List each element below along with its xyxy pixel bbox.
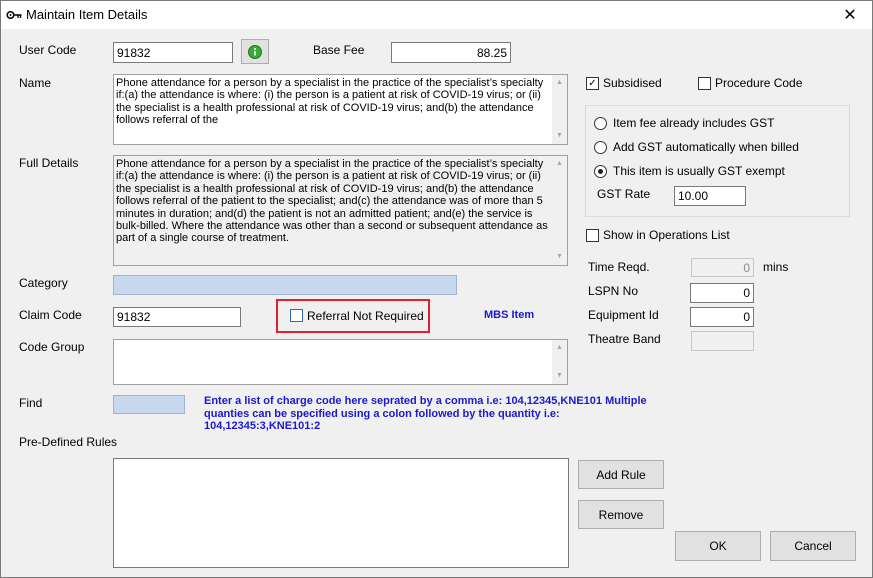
checkmark-icon: ✓ bbox=[588, 77, 597, 89]
gst-option-add-radio[interactable] bbox=[594, 141, 607, 154]
scroll-down-icon[interactable]: ▼ bbox=[552, 369, 567, 383]
remove-button[interactable]: Remove bbox=[578, 500, 664, 529]
scroll-down-icon[interactable]: ▼ bbox=[552, 129, 567, 143]
time-reqd-unit: mins bbox=[763, 260, 789, 274]
title-bar: Maintain Item Details ✕ bbox=[1, 1, 872, 29]
find-label: Find bbox=[19, 396, 43, 410]
gst-rate-input[interactable]: 10.00 bbox=[674, 186, 746, 206]
procedure-code-label[interactable]: Procedure Code bbox=[715, 76, 802, 90]
scroll-down-icon[interactable]: ▼ bbox=[552, 250, 567, 264]
lspn-no-label: LSPN No bbox=[588, 284, 639, 298]
lspn-no-input[interactable]: 0 bbox=[690, 283, 754, 303]
equipment-id-input[interactable]: 0 bbox=[690, 307, 754, 327]
gst-option-add-label[interactable]: Add GST automatically when billed bbox=[613, 140, 799, 154]
pre-defined-rules-label: Pre-Defined Rules bbox=[19, 435, 118, 449]
lspn-no-value: 0 bbox=[743, 286, 750, 300]
mbs-item-label: MBS Item bbox=[484, 309, 535, 321]
full-details-textarea[interactable]: Phone attendance for a person by a speci… bbox=[113, 155, 568, 266]
procedure-code-checkbox[interactable] bbox=[698, 77, 711, 90]
claim-code-label: Claim Code bbox=[19, 308, 82, 322]
equipment-id-value: 0 bbox=[743, 310, 750, 324]
scroll-up-icon[interactable]: ▲ bbox=[552, 76, 567, 90]
name-text: Phone attendance for a person by a speci… bbox=[116, 77, 544, 127]
find-input[interactable] bbox=[113, 395, 185, 414]
gst-option-exempt-radio[interactable] bbox=[594, 165, 607, 178]
gst-rate-label: GST Rate bbox=[597, 187, 651, 201]
scroll-up-icon[interactable]: ▲ bbox=[552, 157, 567, 171]
full-details-text: Phone attendance for a person by a speci… bbox=[116, 158, 548, 245]
time-reqd-value: 0 bbox=[743, 260, 750, 275]
code-group-scrollbar[interactable]: ▲ ▼ bbox=[552, 340, 567, 384]
name-label: Name bbox=[19, 76, 52, 90]
name-textarea[interactable]: Phone attendance for a person by a speci… bbox=[113, 74, 568, 145]
category-select[interactable] bbox=[113, 275, 457, 295]
subsidised-label[interactable]: Subsidised bbox=[603, 76, 662, 90]
full-details-label: Full Details bbox=[19, 156, 79, 170]
key-icon bbox=[6, 10, 22, 20]
ok-button[interactable]: OK bbox=[675, 531, 761, 561]
base-fee-value: 88.25 bbox=[476, 45, 507, 60]
close-icon: ✕ bbox=[843, 7, 857, 24]
theatre-band-label: Theatre Band bbox=[588, 332, 661, 346]
category-label: Category bbox=[19, 276, 68, 290]
gst-option-exempt-label[interactable]: This item is usually GST exempt bbox=[613, 164, 785, 178]
base-fee-label: Base Fee bbox=[313, 43, 365, 57]
close-button[interactable]: ✕ bbox=[828, 1, 872, 29]
claim-code-value: 91832 bbox=[117, 310, 151, 324]
code-group-textarea[interactable]: ▲ ▼ bbox=[113, 339, 568, 385]
gst-option-includes-label[interactable]: Item fee already includes GST bbox=[613, 116, 774, 130]
time-reqd-input: 0 bbox=[691, 258, 754, 277]
user-code-label: User Code bbox=[19, 43, 77, 57]
equipment-id-label: Equipment Id bbox=[588, 308, 659, 322]
full-details-scrollbar[interactable]: ▲ ▼ bbox=[552, 156, 567, 265]
show-in-operations-label[interactable]: Show in Operations List bbox=[603, 228, 730, 242]
referral-not-required-checkbox[interactable] bbox=[290, 309, 303, 322]
show-in-operations-checkbox[interactable] bbox=[586, 229, 599, 242]
base-fee-input[interactable]: 88.25 bbox=[391, 42, 511, 63]
name-scrollbar[interactable]: ▲ ▼ bbox=[552, 75, 567, 144]
info-green-icon bbox=[248, 44, 262, 59]
pre-defined-rules-list[interactable] bbox=[113, 458, 569, 568]
theatre-band-input bbox=[691, 331, 754, 351]
user-code-value: 91832 bbox=[117, 45, 151, 60]
time-reqd-label: Time Reqd. bbox=[588, 260, 650, 274]
scroll-up-icon[interactable]: ▲ bbox=[552, 341, 567, 355]
code-group-label: Code Group bbox=[19, 340, 85, 354]
gst-rate-value: 10.00 bbox=[678, 189, 709, 203]
user-code-input[interactable]: 91832 bbox=[113, 42, 233, 63]
find-hint-text: Enter a list of charge code here seprate… bbox=[204, 395, 647, 432]
add-rule-button[interactable]: Add Rule bbox=[578, 460, 664, 489]
maintain-item-details-window: Maintain Item Details ✕ User Code 91832 … bbox=[0, 0, 873, 578]
window-title: Maintain Item Details bbox=[26, 7, 148, 22]
gst-option-includes-radio[interactable] bbox=[594, 117, 607, 130]
referral-not-required-label[interactable]: Referral Not Required bbox=[307, 309, 424, 323]
info-button[interactable] bbox=[241, 39, 269, 64]
radio-dot-icon bbox=[598, 169, 603, 174]
cancel-button[interactable]: Cancel bbox=[770, 531, 856, 561]
claim-code-input[interactable]: 91832 bbox=[113, 307, 241, 327]
subsidised-checkbox[interactable]: ✓ bbox=[586, 77, 599, 90]
